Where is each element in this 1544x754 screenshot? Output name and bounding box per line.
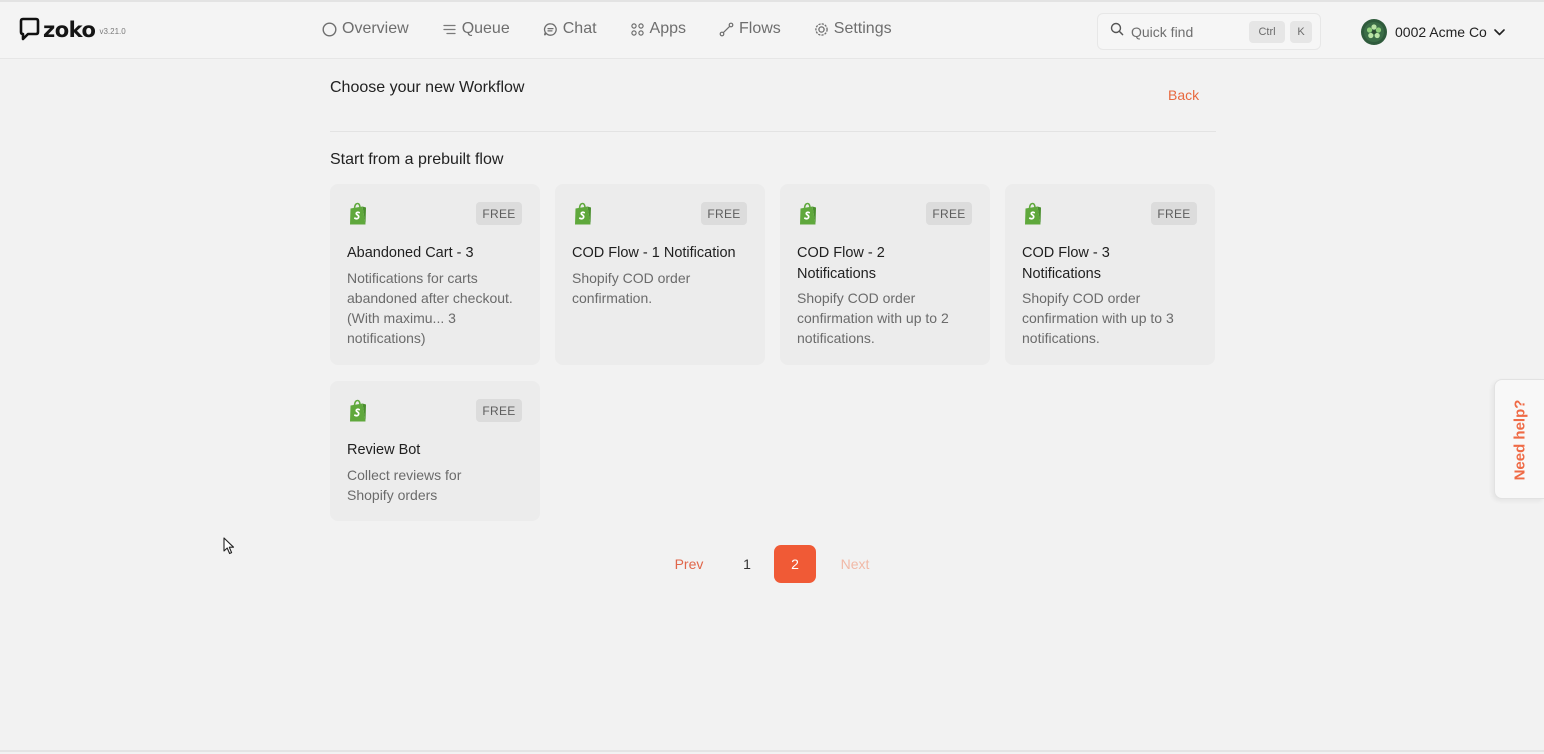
- nav-settings[interactable]: Settings: [814, 20, 892, 38]
- account-name: 0002 Acme Co: [1395, 24, 1487, 40]
- shopify-bag-icon: [350, 202, 366, 225]
- flow-card-description: Collect reviews for Shopify orders: [347, 467, 462, 503]
- flow-card-description: Shopify COD order confirmation.: [572, 270, 691, 306]
- nav-chat-label: Chat: [562, 20, 597, 37]
- flow-card-description: Shopify COD order confirmation with up t…: [797, 290, 949, 346]
- flow-card-title: COD Flow - 1 Notification: [572, 245, 736, 261]
- free-badge: FREE: [701, 202, 747, 225]
- flow-card-title: COD Flow - 3 Notifications: [1022, 245, 1110, 282]
- app-version: v3.21.0: [99, 27, 126, 36]
- nav-apps-label: Apps: [649, 20, 686, 37]
- shopify-bag-icon: [800, 202, 816, 225]
- nav-settings-label: Settings: [833, 20, 892, 37]
- chevron-down-icon: [1494, 23, 1505, 41]
- flows-icon: [719, 22, 734, 37]
- shopify-bag-icon: [350, 399, 366, 422]
- quick-find-search[interactable]: Quick find Ctrl K: [1097, 13, 1321, 50]
- nav-queue[interactable]: Queue: [442, 20, 510, 38]
- prev-page-button[interactable]: Prev: [672, 545, 706, 583]
- free-badge: FREE: [1151, 202, 1197, 225]
- nav-overview[interactable]: Overview: [322, 20, 409, 38]
- need-help-label: Need help?: [1511, 399, 1529, 481]
- nav-chat[interactable]: Chat: [543, 20, 597, 38]
- flow-card-description: Notifications for carts abandoned after …: [347, 270, 513, 346]
- page-2-button-current[interactable]: 2: [774, 545, 816, 583]
- gear-icon: [814, 22, 829, 37]
- flow-card-review-bot[interactable]: FREE Review Bot Collect reviews for Shop…: [330, 381, 540, 521]
- top-navigation-bar: zoko v3.21.0 Overview Queue Chat Apps Fl…: [0, 0, 1544, 59]
- nav-flows[interactable]: Flows: [719, 20, 781, 38]
- divider: [330, 131, 1216, 132]
- next-page-button[interactable]: Next: [838, 545, 872, 583]
- flow-card-cod-1[interactable]: FREE COD Flow - 1 Notification Shopify C…: [555, 184, 765, 365]
- search-placeholder: Quick find: [1131, 23, 1194, 40]
- circle-icon: [322, 21, 337, 37]
- flow-card-cod-3[interactable]: FREE COD Flow - 3 Notifications Shopify …: [1005, 184, 1215, 365]
- account-avatar: [1361, 19, 1387, 45]
- shopify-bag-icon: [1025, 202, 1041, 225]
- apps-grid-icon: [630, 22, 645, 37]
- free-badge: FREE: [476, 202, 522, 225]
- flow-card-title: Abandoned Cart - 3: [347, 245, 474, 261]
- page-title: Choose your new Workflow: [330, 79, 525, 96]
- shortcut-k-key: K: [1290, 20, 1312, 43]
- flow-card-description: Shopify COD order confirmation with up t…: [1022, 290, 1174, 346]
- account-switcher[interactable]: 0002 Acme Co: [1361, 19, 1505, 45]
- section-title: Start from a prebuilt flow: [330, 151, 504, 168]
- chat-bubble-icon: [543, 22, 558, 37]
- logo-text: zoko: [43, 18, 96, 42]
- shortcut-ctrl-key: Ctrl: [1249, 20, 1285, 43]
- mouse-cursor-icon: [223, 537, 235, 555]
- zoko-logo[interactable]: zoko v3.21.0: [19, 17, 126, 41]
- free-badge: FREE: [476, 399, 522, 422]
- nav-apps[interactable]: Apps: [630, 20, 686, 38]
- free-badge: FREE: [926, 202, 972, 225]
- nav-flows-label: Flows: [739, 20, 781, 37]
- page: zoko v3.21.0 Overview Queue Chat Apps Fl…: [0, 0, 1544, 754]
- page-1-button[interactable]: 1: [738, 545, 756, 583]
- flow-card-abandoned-cart[interactable]: FREE Abandoned Cart - 3 Notifications fo…: [330, 184, 540, 365]
- zoko-logo-icon: [19, 17, 40, 41]
- main-nav: Overview Queue Chat Apps Flows Settings: [322, 20, 925, 38]
- account-logo-icon: [1364, 22, 1384, 42]
- shopify-bag-icon: [575, 202, 591, 225]
- search-icon: [1110, 22, 1124, 41]
- flow-card-cod-2[interactable]: FREE COD Flow - 2 Notifications Shopify …: [780, 184, 990, 365]
- nav-overview-label: Overview: [342, 20, 409, 37]
- flow-card-title: Review Bot: [347, 442, 421, 458]
- nav-queue-label: Queue: [461, 20, 510, 37]
- queue-lines-icon: [442, 22, 457, 37]
- need-help-tab[interactable]: Need help?: [1494, 379, 1544, 499]
- bottom-border: [0, 750, 1544, 752]
- flow-card-title: COD Flow - 2 Notifications: [797, 245, 885, 282]
- back-button[interactable]: Back: [1168, 87, 1199, 103]
